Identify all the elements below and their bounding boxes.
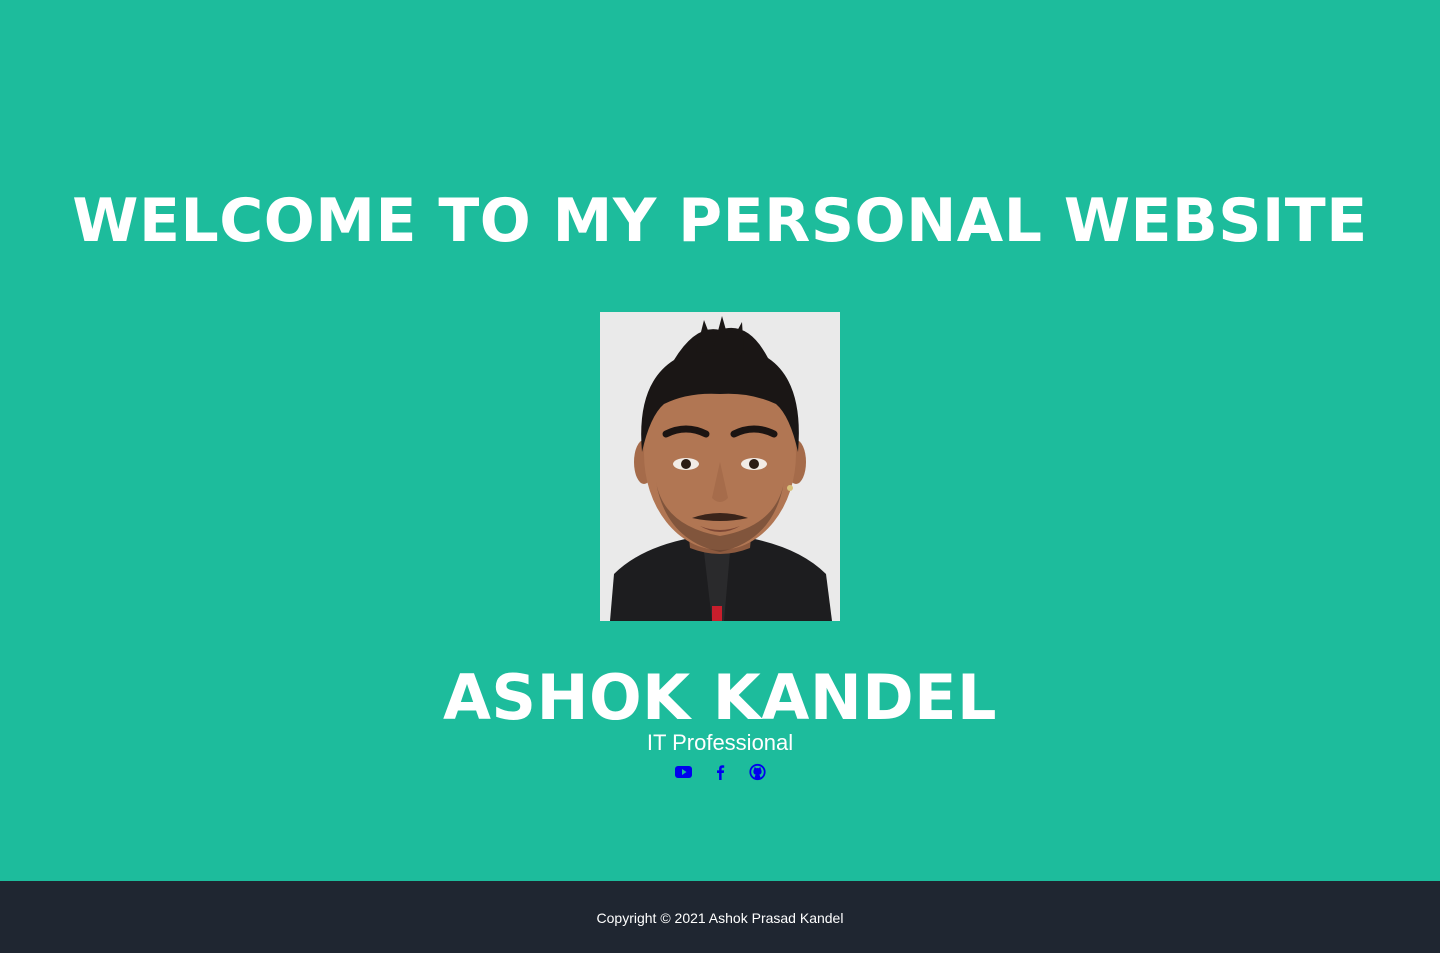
youtube-link[interactable]: [674, 763, 692, 781]
youtube-icon: [674, 766, 692, 778]
hero-section: WELCOME TO MY PERSONAL WEBSITE ASHOK KAN…: [0, 0, 1440, 881]
github-link[interactable]: [748, 763, 766, 781]
profile-role: IT Professional: [646, 730, 794, 755]
facebook-link[interactable]: [712, 763, 729, 781]
footer: Copyright © 2021 Ashok Prasad Kandel: [0, 881, 1440, 953]
welcome-heading: WELCOME TO MY PERSONAL WEBSITE: [72, 186, 1368, 256]
profile-name: ASHOK KANDEL: [442, 661, 998, 734]
profile-photo: [600, 312, 840, 621]
social-links: [0, 763, 1440, 781]
facebook-icon: [716, 765, 724, 780]
github-icon: [748, 763, 766, 781]
copyright-text: Copyright © 2021 Ashok Prasad Kandel: [596, 910, 844, 926]
